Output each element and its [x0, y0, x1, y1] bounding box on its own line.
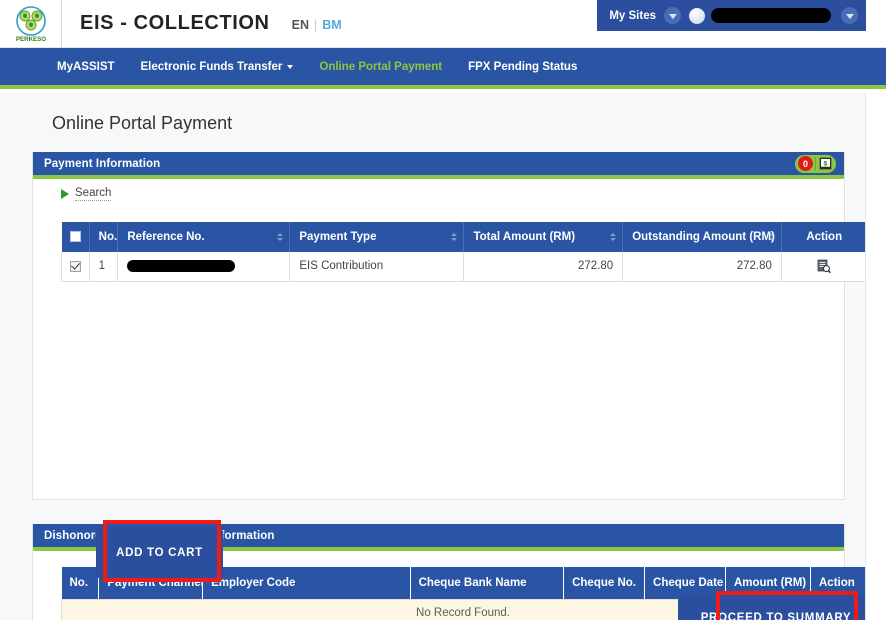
- column-header-no: No.: [89, 222, 119, 252]
- column-label: No.: [98, 231, 118, 243]
- sort-icon[interactable]: [610, 233, 617, 241]
- column-header-outstanding-amount[interactable]: Outstanding Amount (RM): [622, 222, 782, 252]
- panel-spacer: [0, 500, 865, 524]
- badge-divider: [815, 156, 816, 171]
- table-header-row: No. Reference No. Payment Type Total Amo…: [61, 222, 865, 252]
- app-header: PERKESO EIS - COLLECTION EN | BM My Site…: [0, 0, 886, 48]
- sort-icon[interactable]: [277, 233, 284, 241]
- lang-en[interactable]: EN: [292, 18, 309, 32]
- search-toggle[interactable]: Search: [61, 187, 112, 201]
- select-all-checkbox[interactable]: [69, 231, 81, 243]
- nav-label: Online Portal Payment: [319, 60, 443, 73]
- view-details-icon[interactable]: [817, 259, 831, 274]
- cart-badge[interactable]: 0 $: [795, 154, 836, 173]
- payment-table: No. Reference No. Payment Type Total Amo…: [61, 222, 865, 282]
- column-header-cheque-bank-name: Cheque Bank Name: [410, 567, 565, 599]
- avatar: [689, 7, 705, 24]
- user-name-redacted: [711, 8, 831, 23]
- nav-item-myassist[interactable]: MyASSIST: [44, 61, 128, 73]
- lang-bm[interactable]: BM: [322, 18, 341, 32]
- payment-information-panel: Payment Information 0 $ Search No. Refer…: [32, 152, 865, 620]
- row-checkbox[interactable]: [69, 260, 81, 272]
- language-switcher[interactable]: EN | BM: [292, 15, 342, 32]
- add-to-cart-button[interactable]: ADD TO CART: [96, 527, 223, 579]
- column-header-no: No.: [61, 567, 100, 599]
- lang-separator: |: [313, 18, 318, 32]
- page-content: Online Portal Payment Payment Informatio…: [0, 93, 866, 620]
- payment-panel-body: Search No. Reference No. Payment Type To…: [33, 179, 865, 620]
- column-header-cheque-no: Cheque No.: [563, 567, 646, 599]
- cell-reference-no: [117, 252, 291, 282]
- reference-no-redacted: [127, 260, 236, 273]
- cell-outstanding-amount: 272.80: [622, 252, 782, 282]
- cash-icon[interactable]: $: [818, 156, 833, 171]
- chevron-down-icon: [287, 64, 294, 69]
- column-header-reference-no[interactable]: Reference No.: [117, 222, 291, 252]
- nav-item-electronic-funds-transfer[interactable]: Electronic Funds Transfer: [128, 61, 307, 73]
- column-header-employer-code: Employer Code: [202, 567, 411, 599]
- column-header-total-amount[interactable]: Total Amount (RM): [463, 222, 624, 252]
- cart-count: 0: [798, 156, 813, 171]
- row-select-cell[interactable]: [61, 252, 90, 282]
- svg-text:$: $: [824, 160, 828, 167]
- column-label: Action: [806, 231, 843, 243]
- table-row: 1 EIS Contribution 272.80 272.80: [61, 252, 865, 282]
- cell-no: 1: [88, 252, 119, 282]
- column-label: Total Amount (RM): [473, 231, 576, 243]
- payment-panel-header: Payment Information 0 $: [33, 152, 844, 179]
- user-menu-chevron-down-icon[interactable]: [841, 7, 858, 24]
- my-sites-chevron-down-icon[interactable]: [664, 7, 681, 24]
- nav-label: MyASSIST: [57, 60, 115, 73]
- header-user-cluster: My Sites: [597, 0, 866, 31]
- svg-text:PERKESO: PERKESO: [15, 36, 45, 43]
- main-navigation: MyASSIST Electronic Funds Transfer Onlin…: [0, 48, 886, 89]
- nav-label: Electronic Funds Transfer: [140, 60, 283, 73]
- column-header-payment-type[interactable]: Payment Type: [289, 222, 465, 252]
- proceed-to-summary-button[interactable]: PROCEED TO SUMMARY: [678, 595, 865, 620]
- sort-icon[interactable]: [451, 233, 458, 241]
- column-header-select-all[interactable]: [61, 222, 90, 252]
- column-label: Outstanding Amount (RM): [632, 231, 775, 243]
- perkeso-logo-icon: PERKESO: [15, 5, 46, 43]
- column-label: Payment Type: [299, 231, 377, 243]
- cell-total-amount: 272.80: [463, 252, 624, 282]
- cell-action[interactable]: [780, 252, 865, 282]
- perkeso-logo: PERKESO: [0, 0, 62, 48]
- search-label: Search: [75, 187, 112, 201]
- nav-item-fpx-pending-status[interactable]: FPX Pending Status: [455, 61, 590, 73]
- my-sites-label: My Sites: [609, 9, 656, 22]
- nav-item-online-portal-payment[interactable]: Online Portal Payment: [306, 61, 455, 73]
- page-title: Online Portal Payment: [52, 113, 233, 133]
- payment-panel-title: Payment Information: [44, 157, 161, 170]
- cell-payment-type: EIS Contribution: [289, 252, 465, 282]
- expand-triangle-icon: [61, 189, 69, 199]
- nav-label: FPX Pending Status: [468, 60, 578, 73]
- sort-icon[interactable]: [768, 233, 775, 241]
- brand-title: EIS - COLLECTION: [80, 12, 270, 34]
- column-header-action: Action: [781, 222, 865, 252]
- column-label: Reference No.: [127, 231, 205, 243]
